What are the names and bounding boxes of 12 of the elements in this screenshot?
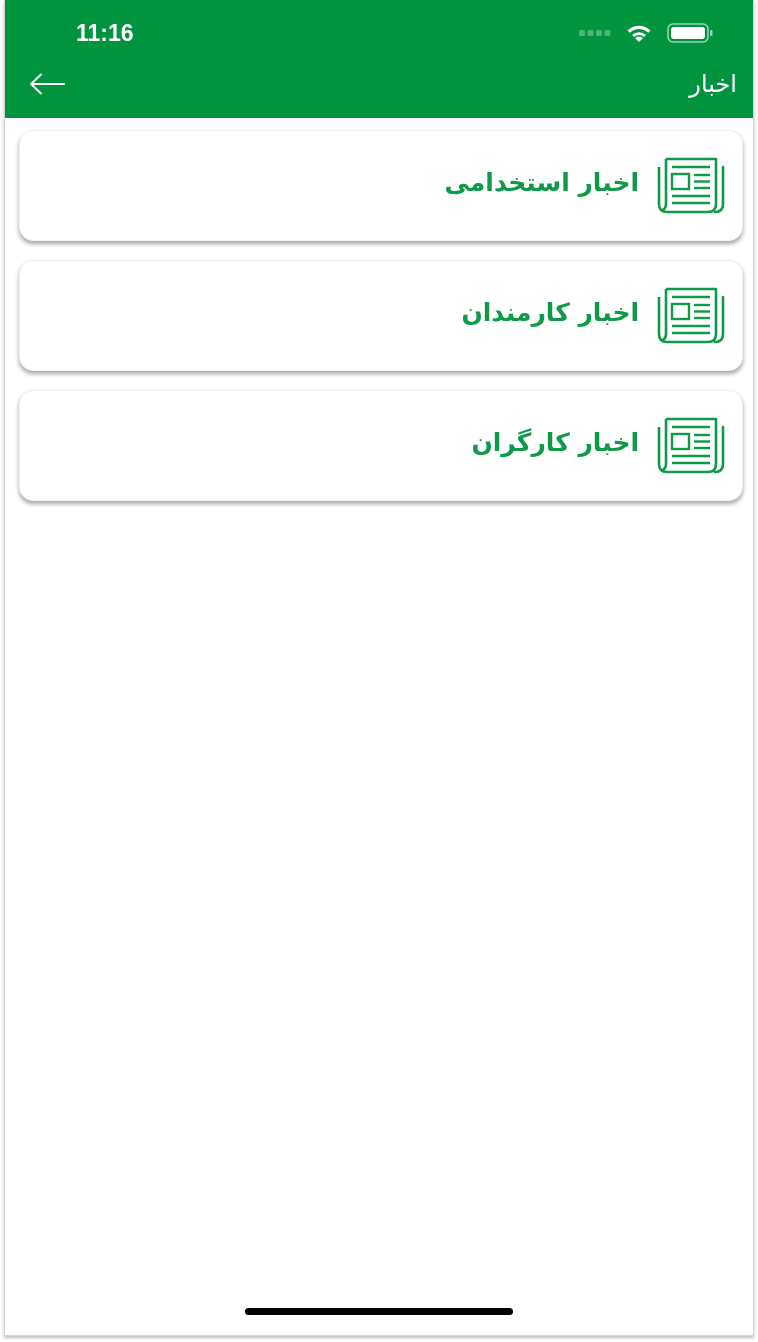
header-title: اخبار — [689, 72, 737, 96]
news-category-card[interactable]: اخبار کارمندان — [19, 260, 743, 371]
signal-dots-icon — [579, 30, 611, 36]
news-category-card[interactable]: اخبار استخدامی — [19, 130, 743, 241]
newspaper-icon — [657, 416, 725, 475]
battery-icon — [667, 23, 713, 43]
news-category-card[interactable]: اخبار کارگران — [19, 390, 743, 501]
wifi-icon — [625, 23, 653, 43]
status-time: 11:16 — [76, 21, 134, 45]
newspaper-icon — [657, 286, 725, 345]
newspaper-icon — [657, 156, 725, 215]
back-arrow-icon[interactable] — [29, 73, 65, 95]
